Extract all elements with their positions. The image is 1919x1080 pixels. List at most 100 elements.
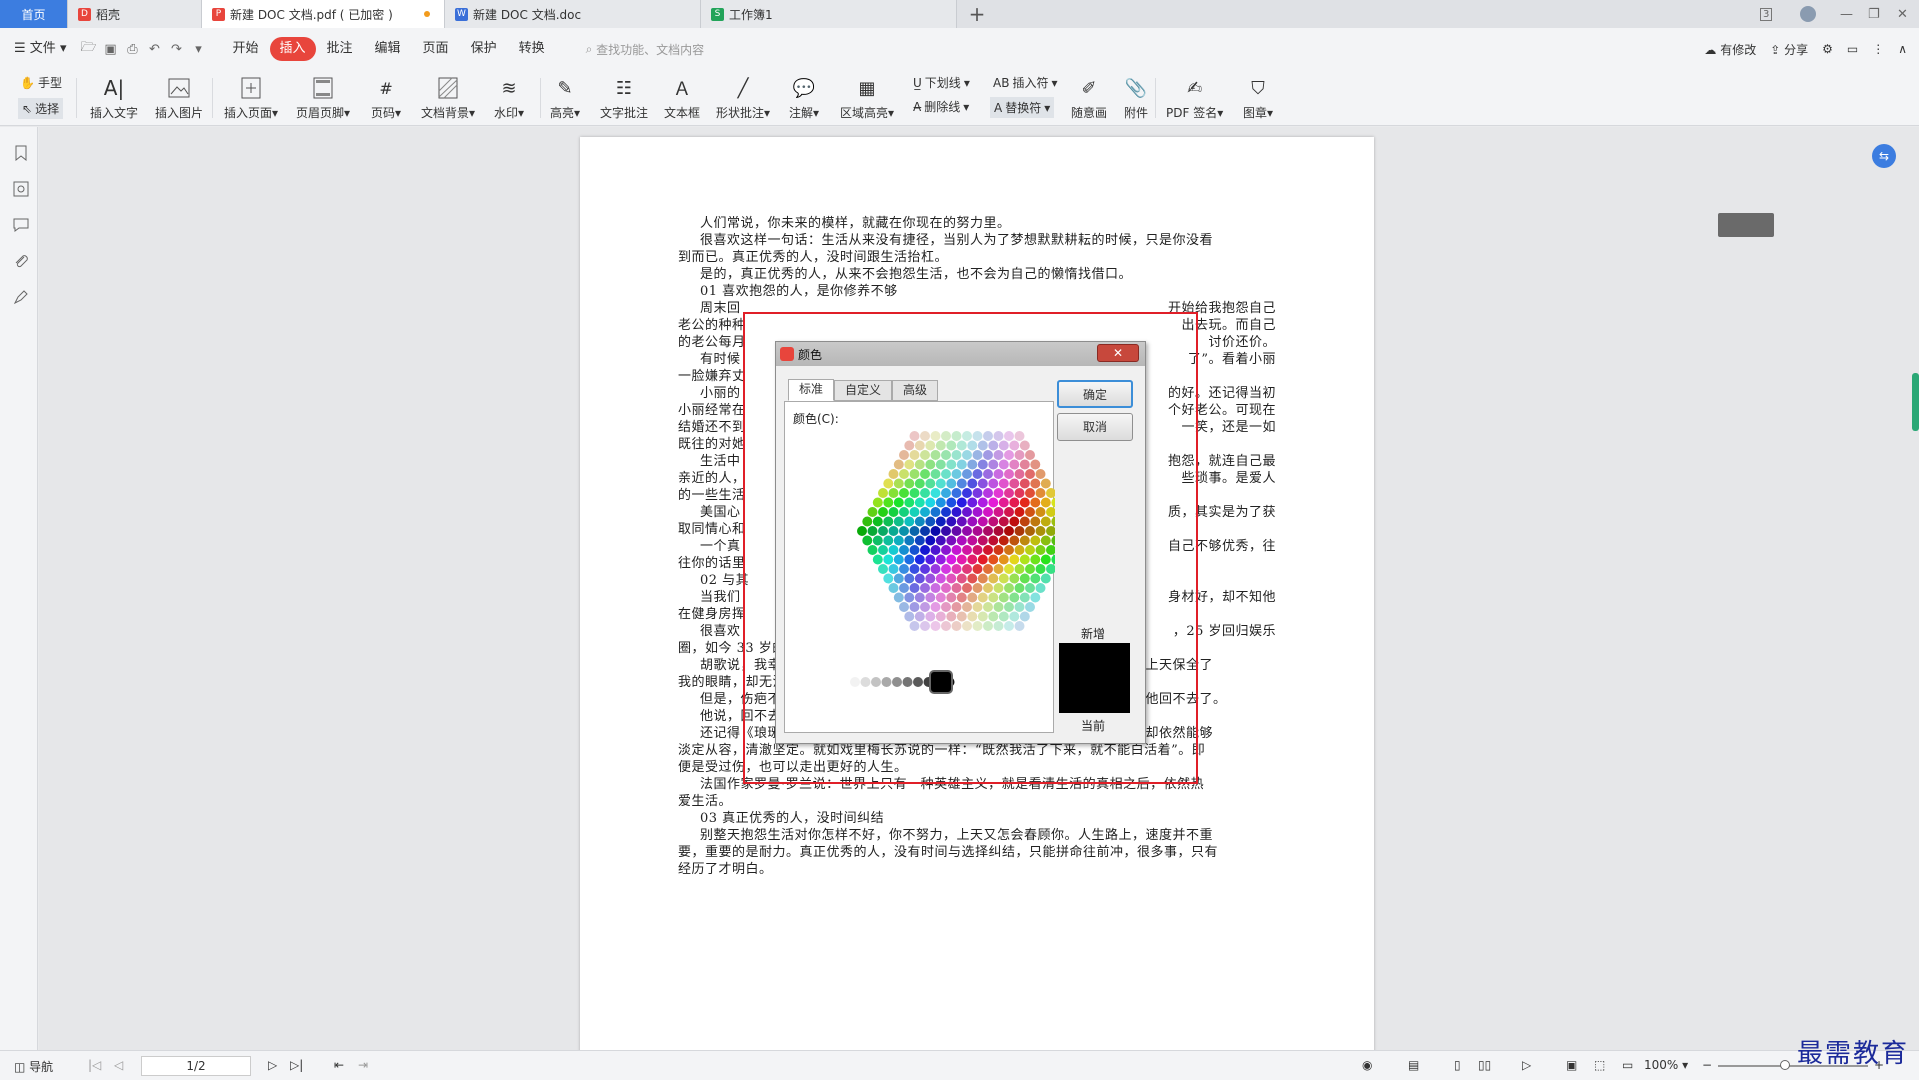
- menu-edit[interactable]: 编辑: [364, 37, 412, 61]
- color-cell[interactable]: [925, 497, 936, 508]
- color-cell[interactable]: [904, 440, 915, 451]
- color-cell[interactable]: [1035, 526, 1046, 536]
- color-cell[interactable]: [920, 507, 930, 517]
- next-page-icon[interactable]: ▷: [268, 1058, 277, 1072]
- color-cell[interactable]: [1014, 621, 1025, 631]
- color-cell[interactable]: [977, 516, 988, 527]
- color-cell[interactable]: [930, 583, 941, 593]
- highlight-button[interactable]: ✎ 高亮▾: [550, 70, 580, 126]
- color-cell[interactable]: [951, 564, 962, 574]
- pdf-sign-button[interactable]: ✍ PDF 签名▾: [1166, 70, 1223, 126]
- doc-background-button[interactable]: 文档背景▾: [421, 70, 475, 126]
- color-cell[interactable]: [998, 535, 1009, 546]
- color-cell[interactable]: [1019, 516, 1030, 527]
- fit-page-icon[interactable]: ▭: [1622, 1058, 1633, 1072]
- color-cell[interactable]: [1004, 583, 1014, 593]
- color-cell[interactable]: [914, 516, 925, 527]
- open-icon[interactable]: 🗁: [77, 38, 99, 60]
- color-cell[interactable]: [993, 564, 1004, 574]
- color-cell[interactable]: [951, 431, 962, 441]
- color-cell[interactable]: [962, 431, 972, 441]
- page-indicator[interactable]: 1/2: [141, 1056, 251, 1076]
- color-cell[interactable]: [1030, 516, 1041, 527]
- color-cell[interactable]: [988, 516, 999, 527]
- color-cell[interactable]: [983, 488, 993, 498]
- color-cell[interactable]: [1025, 545, 1035, 555]
- color-cell[interactable]: [1040, 554, 1051, 565]
- color-cell[interactable]: [872, 554, 883, 565]
- color-cell[interactable]: [967, 611, 978, 622]
- color-cell[interactable]: [941, 488, 951, 498]
- color-cell[interactable]: [914, 440, 925, 451]
- shape-comment-button[interactable]: ╱ 形状批注▾: [716, 70, 770, 126]
- color-cell[interactable]: [1004, 545, 1014, 555]
- color-cell[interactable]: [925, 535, 936, 546]
- insert-text-button[interactable]: A| 插入文字: [90, 70, 138, 126]
- single-page-icon[interactable]: ▤: [1408, 1058, 1419, 1072]
- menu-start[interactable]: 开始: [221, 37, 269, 61]
- insert-symbol-button[interactable]: AB 插入符 ▾: [993, 74, 1058, 91]
- color-cell[interactable]: [967, 440, 978, 451]
- text-comment-button[interactable]: ☷ 文字批注: [600, 70, 648, 126]
- color-cell[interactable]: [935, 535, 946, 546]
- color-cell[interactable]: [972, 564, 983, 574]
- dialog-tab-standard[interactable]: 标准: [788, 379, 834, 401]
- color-cell[interactable]: [967, 592, 978, 603]
- color-cell[interactable]: [904, 478, 915, 489]
- color-cell[interactable]: [993, 583, 1004, 593]
- color-cell[interactable]: [972, 602, 983, 612]
- thumbnail-icon[interactable]: [13, 181, 29, 197]
- color-cell[interactable]: [983, 431, 993, 441]
- color-cell[interactable]: [1014, 583, 1025, 593]
- color-cell[interactable]: [878, 545, 888, 555]
- color-cell[interactable]: [951, 507, 962, 517]
- maximize-icon[interactable]: ❐: [1868, 0, 1880, 28]
- tab-home[interactable]: 首页: [0, 0, 68, 28]
- color-cell[interactable]: [977, 611, 988, 622]
- color-cell[interactable]: [904, 554, 915, 565]
- color-cell[interactable]: [977, 554, 988, 565]
- color-cell[interactable]: [878, 488, 888, 498]
- color-cell[interactable]: [946, 459, 957, 470]
- color-cell[interactable]: [956, 459, 967, 470]
- color-cell[interactable]: [988, 478, 999, 489]
- color-cell[interactable]: [1046, 545, 1055, 555]
- color-cell[interactable]: [993, 545, 1004, 555]
- back-icon[interactable]: ⇤: [334, 1058, 344, 1072]
- color-cell[interactable]: [1025, 602, 1035, 612]
- color-cell[interactable]: [1025, 488, 1035, 498]
- color-cell[interactable]: [872, 535, 883, 546]
- color-cell[interactable]: [888, 545, 899, 555]
- color-cell[interactable]: [888, 583, 899, 593]
- color-cell[interactable]: [904, 497, 915, 508]
- color-cell[interactable]: [941, 564, 951, 574]
- color-cell[interactable]: [1035, 583, 1046, 593]
- annotation-button[interactable]: 💬 注解▾: [789, 70, 819, 126]
- color-cell[interactable]: [914, 592, 925, 603]
- color-cell[interactable]: [904, 573, 915, 584]
- color-cell[interactable]: [1014, 602, 1025, 612]
- more-icon[interactable]: ⋮: [1872, 42, 1884, 56]
- color-cell[interactable]: [909, 621, 920, 631]
- color-cell[interactable]: [941, 450, 951, 460]
- color-cell[interactable]: [909, 431, 920, 441]
- color-cell[interactable]: [946, 516, 957, 527]
- color-cell[interactable]: [983, 526, 993, 536]
- color-cell[interactable]: [956, 440, 967, 451]
- color-cell[interactable]: [983, 602, 993, 612]
- color-cell[interactable]: [946, 592, 957, 603]
- color-cell[interactable]: [899, 469, 909, 479]
- color-cell[interactable]: [956, 478, 967, 489]
- bookmark-icon[interactable]: [13, 145, 29, 162]
- color-cell[interactable]: [962, 621, 972, 631]
- color-cell[interactable]: [935, 478, 946, 489]
- color-cell[interactable]: [883, 478, 894, 489]
- color-cell[interactable]: [893, 592, 904, 603]
- color-cell[interactable]: [988, 459, 999, 470]
- color-cell[interactable]: [1014, 431, 1025, 441]
- color-cell[interactable]: [998, 573, 1009, 584]
- color-cell[interactable]: [872, 497, 883, 508]
- color-cell[interactable]: [998, 611, 1009, 622]
- color-cell[interactable]: [888, 564, 899, 574]
- color-cell[interactable]: [899, 488, 909, 498]
